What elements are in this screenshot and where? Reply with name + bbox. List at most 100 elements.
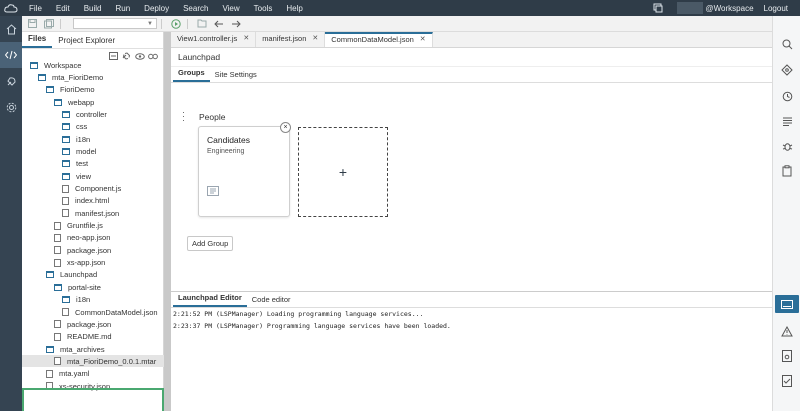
tree-item-label: README.md <box>67 332 112 342</box>
api-reference-icon[interactable] <box>779 62 795 78</box>
tree-file[interactable]: CommonDataModel.json <box>22 306 164 318</box>
editor-tabs: View1.controller.js ✕ manifest.json ✕ Comm… <box>171 32 772 48</box>
tab-code-editor[interactable]: Code editor <box>247 295 296 307</box>
highlight-annotation <box>22 388 164 411</box>
tab-files[interactable]: Files <box>22 34 53 48</box>
tree-file[interactable]: index.html <box>22 195 164 207</box>
user-avatar[interactable] <box>676 2 703 14</box>
console-line: 2:23:37 PM (LSPManager) Programming lang… <box>173 322 451 330</box>
tree-folder[interactable]: controller <box>22 108 164 120</box>
group-drag-handle-icon[interactable]: · · · <box>182 108 185 125</box>
tab-launchpad-editor[interactable]: Launchpad Editor <box>173 293 247 307</box>
tree-file[interactable]: Component.js <box>22 183 164 195</box>
tree-file[interactable]: package.json <box>22 244 164 256</box>
history-icon[interactable] <box>779 88 795 104</box>
navigate-back-icon[interactable] <box>212 18 226 30</box>
menu-search[interactable]: Search <box>183 4 208 13</box>
warning-icon[interactable] <box>779 323 795 339</box>
tab-project-explorer[interactable]: Project Explorer <box>52 36 121 48</box>
tab-view1-controller[interactable]: View1.controller.js ✕ <box>171 32 257 47</box>
menu-deploy[interactable]: Deploy <box>144 4 169 13</box>
menu-tools[interactable]: Tools <box>254 4 273 13</box>
tree-folder[interactable]: FioriDemo <box>22 84 164 96</box>
tree-file[interactable]: neo-app.json <box>22 232 164 244</box>
folder-icon <box>54 283 62 291</box>
debugger-icon[interactable] <box>779 138 795 154</box>
tab-site-settings[interactable]: Site Settings <box>210 70 262 82</box>
folder-icon <box>62 172 70 180</box>
notifications-icon[interactable] <box>651 2 665 14</box>
add-group-button[interactable]: Add Group <box>187 236 234 251</box>
menu-help[interactable]: Help <box>286 4 302 13</box>
group-title[interactable]: People <box>199 112 225 122</box>
close-icon[interactable]: ✕ <box>243 34 249 42</box>
home-icon[interactable] <box>0 16 22 42</box>
tree-folder[interactable]: view <box>22 170 164 182</box>
app-tile[interactable]: Candidates Engineering <box>198 126 290 217</box>
checklist-icon[interactable] <box>779 373 795 389</box>
chevron-down-icon: ▼ <box>147 21 153 27</box>
tree-folder[interactable]: i18n <box>22 133 164 145</box>
tree-item-label: Component.js <box>75 184 122 193</box>
tree-item-label: mta.yaml <box>59 369 90 379</box>
folder-icon <box>46 345 54 353</box>
folder-icon <box>62 296 70 304</box>
settings-gear-icon[interactable] <box>0 94 22 120</box>
tree-item-label: webapp <box>68 97 95 107</box>
menu-build[interactable]: Build <box>84 4 102 13</box>
menu-file[interactable]: File <box>29 4 42 13</box>
logout-link[interactable]: Logout <box>764 4 788 13</box>
toolbar-separator <box>161 18 162 29</box>
file-icon <box>54 320 61 329</box>
tree-folder[interactable]: webapp <box>22 96 164 108</box>
remove-tile-button[interactable]: × <box>280 122 291 133</box>
menu-run[interactable]: Run <box>115 4 130 13</box>
tab-common-data-model[interactable]: CommonDataModel.json ✕ <box>325 32 433 47</box>
tree-folder[interactable]: mta_FioriDemo <box>22 71 164 83</box>
tab-label: View1.controller.js <box>177 33 238 43</box>
folder-icon <box>30 61 38 69</box>
preview-settings-icon[interactable] <box>779 348 795 364</box>
tree-file[interactable]: README.md <box>22 331 164 343</box>
console-icon[interactable] <box>775 295 799 313</box>
tree-folder[interactable]: mta_archives <box>22 343 164 355</box>
tree-item-label: xs-app.json <box>67 258 106 268</box>
tab-manifest-json[interactable]: manifest.json ✕ <box>256 32 326 47</box>
tree-folder[interactable]: test <box>22 158 164 170</box>
tree-file[interactable]: manifest.json <box>22 207 164 219</box>
tree-folder[interactable]: portal-site <box>22 281 164 293</box>
outline-icon[interactable] <box>779 113 795 129</box>
folder-icon <box>62 160 70 168</box>
panel-splitter[interactable] <box>164 32 171 411</box>
search-icon[interactable] <box>779 36 795 52</box>
tree-item-label: neo-app.json <box>67 233 111 243</box>
tree-item-label: test <box>76 159 89 169</box>
run-icon[interactable] <box>0 68 22 94</box>
run-configuration-select[interactable]: ▼ <box>73 18 157 29</box>
tab-groups[interactable]: Groups <box>173 68 210 82</box>
save-all-icon[interactable] <box>42 18 56 30</box>
clipboard-icon[interactable] <box>779 163 795 179</box>
code-editor-icon[interactable] <box>0 42 22 68</box>
navigate-forward-icon[interactable] <box>229 18 243 30</box>
tree-file[interactable]: package.json <box>22 318 164 330</box>
menu-edit[interactable]: Edit <box>56 4 70 13</box>
tree-folder[interactable]: Launchpad <box>22 269 164 281</box>
save-icon[interactable] <box>25 18 39 30</box>
tree-folder[interactable]: i18n <box>22 294 164 306</box>
group-area: · · · People Candidates Engineering × + Ad… <box>171 100 772 320</box>
menu-view[interactable]: View <box>222 4 239 13</box>
tree-file[interactable]: mta.yaml <box>22 368 164 380</box>
add-tile-button[interactable]: + <box>298 127 388 217</box>
open-file-icon[interactable] <box>195 18 209 30</box>
tree-folder[interactable]: Workspace <box>22 59 164 71</box>
run-play-icon[interactable] <box>169 18 183 30</box>
close-icon[interactable]: ✕ <box>420 35 426 43</box>
tree-file[interactable]: Gruntfile.js <box>22 220 164 232</box>
workspace-label[interactable]: @Workspace <box>706 4 754 13</box>
tree-file[interactable]: mta_FioriDemo_0.0.1.mtar <box>22 355 164 368</box>
tree-file[interactable]: xs-app.json <box>22 257 164 269</box>
close-icon[interactable]: ✕ <box>312 34 318 42</box>
tree-folder[interactable]: model <box>22 145 164 157</box>
tree-folder[interactable]: css <box>22 121 164 133</box>
